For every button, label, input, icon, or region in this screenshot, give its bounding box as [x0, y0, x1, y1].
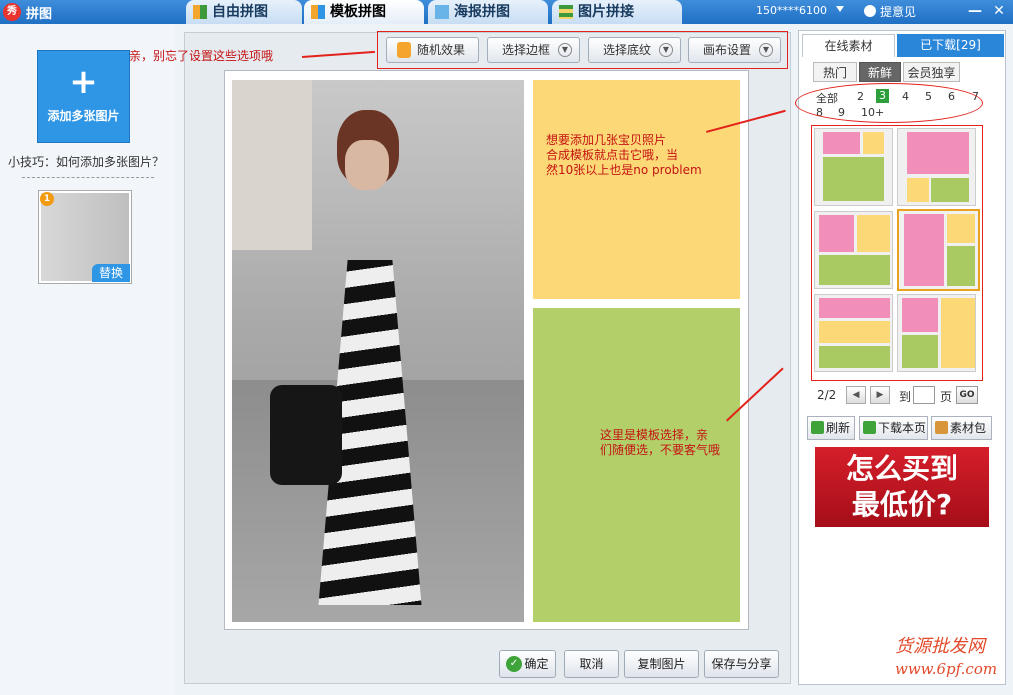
tab-template-collage[interactable]: 模板拼图 — [304, 0, 424, 24]
subtab-fresh[interactable]: 新鲜 — [859, 62, 901, 82]
annotation-settings: 亲，别忘了设置这些选项哦 — [129, 49, 274, 63]
download-page-button[interactable]: 下载本页 — [859, 416, 928, 440]
replace-button[interactable]: 替换 — [92, 264, 130, 282]
feedback-icon — [864, 5, 876, 17]
goto-label: 到 — [899, 390, 912, 404]
page-indicator: 2/2 — [817, 388, 837, 402]
ad-line-1: 怎么买到 — [845, 452, 958, 485]
next-page-button[interactable]: ▶ — [870, 386, 890, 404]
add-images-button[interactable]: + 添加多张图片 — [37, 50, 130, 143]
annotation-count-2: 合成模板就点击它哦，当 — [546, 148, 679, 162]
app-logo: 秀 — [3, 3, 21, 21]
annotation-count-1: 想要添加几张宝贝照片 — [546, 133, 667, 147]
annotation-box — [811, 125, 983, 381]
tab-poster-collage[interactable]: 海报拼图 — [428, 0, 548, 24]
copy-image-button[interactable]: 复制图片 — [624, 650, 699, 678]
tab-free-collage[interactable]: 自由拼图 — [186, 0, 302, 24]
annotation-box — [377, 31, 788, 69]
page-input[interactable] — [913, 386, 935, 404]
button-label: 下载本页 — [878, 421, 927, 435]
watermark-line-2: www.6pf.com — [895, 660, 998, 678]
image-thumbnail[interactable]: 1 替换 — [38, 190, 132, 284]
button-label: 素材包 — [950, 421, 987, 435]
confirm-button[interactable]: ✓ 确定 — [499, 650, 556, 678]
cancel-button[interactable]: 取消 — [564, 650, 619, 678]
package-icon — [935, 421, 948, 434]
chevron-down-icon[interactable] — [836, 6, 844, 12]
tab-stitch[interactable]: 图片拼接 — [552, 0, 682, 24]
annotation-count-3: 然10张以上也是no problem — [546, 163, 702, 177]
tab-label: 自由拼图 — [212, 4, 268, 20]
tab-downloaded[interactable]: 已下载[29] — [897, 34, 1004, 57]
go-button[interactable]: GO — [956, 386, 978, 404]
ad-banner[interactable]: 怎么买到 最低价? — [815, 447, 989, 527]
watermark: 货源批发网 www.6pf.com — [895, 636, 1007, 686]
refresh-button[interactable]: 刷新 — [807, 416, 855, 440]
annotation-template-2: 们随便选，不要客气哦 — [600, 443, 721, 457]
user-account[interactable]: 150****6100 — [756, 4, 827, 17]
app-title: 拼图 — [26, 7, 53, 22]
button-label: 刷新 — [826, 421, 851, 435]
annotation-template-1: 这里是模板选择，亲 — [600, 428, 709, 442]
tab-online-material[interactable]: 在线素材 — [802, 34, 895, 57]
template-collage-icon — [311, 5, 325, 19]
annotation-ellipse — [795, 83, 983, 123]
button-label: 确定 — [524, 657, 549, 671]
close-icon[interactable]: ✕ — [990, 2, 1008, 20]
material-panel: 在线素材 已下载[29] 热门 新鲜 会员独享 全部 2 3 4 5 6 7 8… — [795, 30, 1006, 685]
subtab-vip[interactable]: 会员独享 — [903, 62, 960, 82]
title-bar: 秀 拼图 自由拼图 模板拼图 海报拼图 图片拼接 150****6100 提意见… — [0, 0, 1013, 24]
background-building — [232, 80, 312, 250]
page-unit-label: 页 — [940, 390, 953, 404]
tip-link[interactable]: 小技巧：如何添加多张图片？ — [8, 153, 164, 170]
add-images-label: 添加多张图片 — [47, 109, 120, 123]
model-face — [345, 140, 389, 190]
ad-line-2: 最低价? — [851, 488, 953, 521]
refresh-icon — [811, 421, 824, 434]
watermark-line-1: 货源批发网 — [895, 636, 985, 657]
material-pack-button[interactable]: 素材包 — [931, 416, 992, 440]
save-share-button[interactable]: 保存与分享 — [704, 650, 779, 678]
free-collage-icon — [193, 5, 207, 19]
download-icon — [863, 421, 876, 434]
prev-page-button[interactable]: ◀ — [846, 386, 866, 404]
count-badge: 1 — [40, 192, 54, 206]
plus-icon: + — [69, 62, 98, 102]
empty-cell-yellow[interactable] — [533, 80, 740, 299]
photo-cell[interactable] — [232, 80, 524, 622]
divider — [22, 177, 154, 178]
tab-label: 模板拼图 — [330, 4, 386, 20]
empty-cell-green[interactable] — [533, 308, 740, 622]
black-handbag — [270, 385, 342, 485]
tab-label: 图片拼接 — [578, 4, 634, 20]
subtab-hot[interactable]: 热门 — [813, 62, 857, 82]
tab-label: 海报拼图 — [454, 4, 510, 20]
check-icon: ✓ — [506, 656, 522, 672]
minimize-icon[interactable]: — — [966, 2, 984, 20]
stitch-icon — [559, 5, 573, 19]
feedback-link[interactable]: 提意见 — [880, 3, 916, 20]
poster-collage-icon — [435, 5, 449, 19]
